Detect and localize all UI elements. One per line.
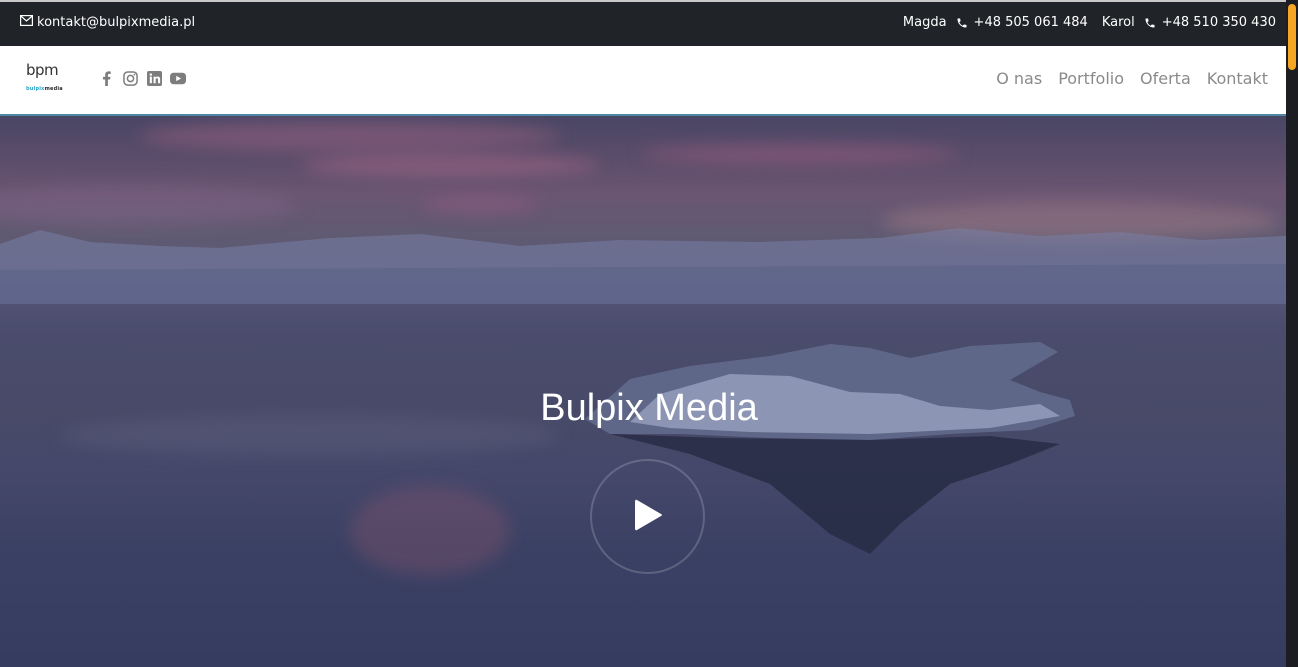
play-icon <box>633 498 663 536</box>
nav-link-oferta[interactable]: Oferta <box>1140 69 1191 88</box>
phone-link-karol[interactable]: +48 510 350 430 <box>1162 15 1276 30</box>
top-bar: kontakt@bulpixmedia.pl Magda +48 505 061… <box>0 0 1286 46</box>
page-scrollbar[interactable] <box>1286 0 1298 667</box>
logo[interactable]: bpm bulpixmedia <box>26 62 66 98</box>
facebook-icon[interactable] <box>98 70 114 86</box>
hero-section: Bulpix Media <box>0 116 1286 667</box>
phone-link-magda[interactable]: +48 505 061 484 <box>974 15 1088 30</box>
email-link[interactable]: kontakt@bulpixmedia.pl <box>20 15 195 30</box>
phone-contacts: Magda +48 505 061 484 Karol +48 510 350 … <box>889 15 1276 30</box>
contact-name-magda: Magda <box>902 15 947 30</box>
phone-icon <box>1144 17 1156 29</box>
contact-name-karol: Karol <box>1101 15 1135 30</box>
envelope-icon <box>20 15 34 30</box>
phone-icon <box>956 17 968 29</box>
instagram-icon[interactable] <box>122 70 138 86</box>
youtube-icon[interactable] <box>170 70 186 86</box>
linkedin-icon[interactable] <box>146 70 162 86</box>
main-menu: O nas Portfolio Oferta Kontakt <box>996 69 1268 88</box>
logo-wordmark: bulpixmedia <box>26 86 63 92</box>
hero-title: Bulpix Media <box>540 387 758 430</box>
play-video-button[interactable] <box>590 459 705 574</box>
nav-link-kontakt[interactable]: Kontakt <box>1207 69 1268 88</box>
social-links <box>98 70 186 86</box>
main-navbar: bpm bulpixmedia O nas Portfolio Oferta K… <box>0 46 1286 116</box>
logo-mark: bpm <box>26 61 59 79</box>
nav-link-portfolio[interactable]: Portfolio <box>1058 69 1124 88</box>
nav-link-o-nas[interactable]: O nas <box>996 69 1042 88</box>
email-text: kontakt@bulpixmedia.pl <box>37 15 196 30</box>
scrollbar-thumb[interactable] <box>1288 4 1296 70</box>
